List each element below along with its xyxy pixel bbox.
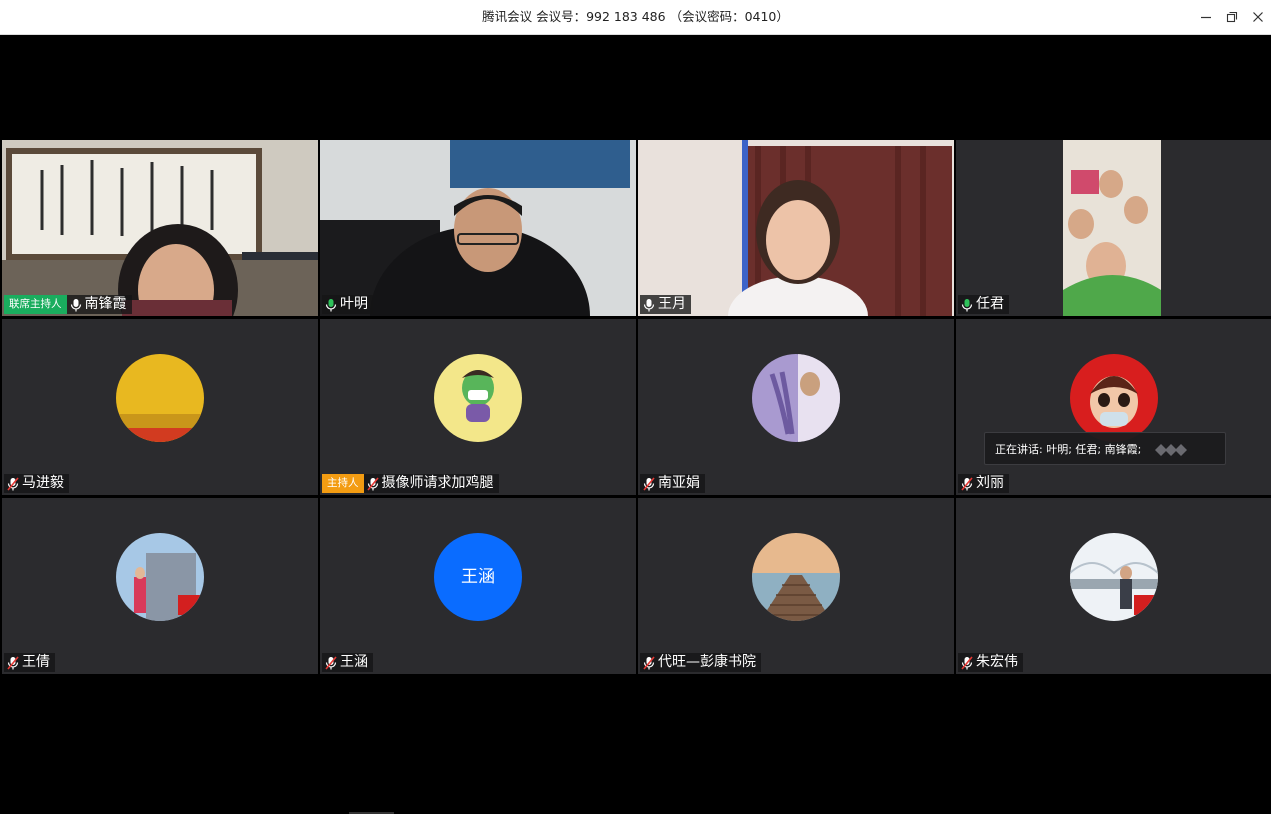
pier-avatar — [752, 533, 840, 621]
participant-tile-video[interactable]: 王月 — [638, 140, 954, 316]
lavender-avatar — [752, 354, 840, 442]
microphone-muted-icon — [961, 476, 973, 491]
minimize-button[interactable] — [1197, 8, 1215, 26]
participant-name: 马进毅 — [22, 475, 64, 491]
microphone-icon — [70, 298, 81, 311]
participant-name: 王月 — [658, 296, 686, 312]
participant-name: 刘丽 — [976, 475, 1004, 491]
video-feed-office-man — [320, 140, 636, 316]
participant-nameplate: 叶明 — [322, 295, 373, 314]
microphone-muted-icon — [366, 476, 379, 491]
video-feed-curtain-woman — [638, 140, 954, 316]
speaking-label: 正在讲话: — [995, 443, 1043, 456]
microphone-muted-icon — [643, 476, 655, 491]
video-feed-group-photo — [956, 140, 1271, 316]
participant-nameplate: 马进毅 — [4, 474, 69, 493]
participant-name: 南锋霞 — [84, 296, 127, 312]
participant-tile[interactable]: 刘丽 — [956, 319, 1271, 495]
microphone-muted-icon — [325, 655, 337, 670]
window-title: 腾讯会议 会议号：992 183 486 （会议密码：0410） — [482, 9, 789, 24]
speaking-indicator: 正在讲话: 叶明; 任君; 南锋霞; — [984, 432, 1226, 465]
participant-name: 代旺—彭康书院 — [658, 654, 756, 670]
participant-tile-video[interactable]: 联席主持人 南锋霞 — [2, 140, 318, 316]
yellow-field-avatar — [116, 354, 204, 442]
participant-tile[interactable]: 马进毅 — [2, 319, 318, 495]
text-avatar: 王涵 — [434, 533, 522, 621]
speaking-names: 叶明; 任君; 南锋霞; — [1046, 443, 1142, 456]
participant-name: 王涵 — [340, 654, 368, 670]
participant-tile[interactable]: 主持人 摄像师请求加鸡腿 — [320, 319, 636, 495]
participant-tile-video[interactable]: 叶明 — [320, 140, 636, 316]
participant-tile[interactable]: 南亚娟 — [638, 319, 954, 495]
participant-nameplate: 南亚娟 — [640, 474, 705, 493]
restore-icon — [1226, 11, 1238, 23]
participant-nameplate: 王月 — [640, 295, 691, 314]
participant-name: 朱宏伟 — [976, 654, 1018, 670]
cohost-badge: 联席主持人 — [4, 295, 67, 314]
doll-avatar — [1070, 354, 1158, 442]
microphone-active-icon — [961, 298, 973, 311]
microphone-muted-icon — [961, 655, 973, 670]
participant-name: 南亚娟 — [658, 475, 700, 491]
participant-nameplate: 任君 — [958, 295, 1009, 314]
microphone-muted-icon — [7, 476, 19, 491]
microphone-icon — [643, 298, 655, 311]
participant-tile[interactable]: 朱宏伟 — [956, 498, 1271, 674]
participant-nameplate: 王倩 — [4, 653, 55, 672]
participant-tile[interactable]: 代旺—彭康书院 — [638, 498, 954, 674]
close-icon — [1253, 12, 1263, 22]
minimize-icon — [1201, 16, 1211, 19]
close-button[interactable] — [1249, 8, 1267, 26]
bridge-avatar — [1070, 533, 1158, 621]
participant-nameplate: 刘丽 — [958, 474, 1009, 493]
participant-tile[interactable]: 王倩 — [2, 498, 318, 674]
video-feed-calligraphy-office — [2, 140, 318, 316]
participant-name: 叶明 — [340, 296, 368, 312]
building-avatar — [116, 533, 204, 621]
video-grid: 联席主持人 南锋霞 叶明 王月 任君 马进毅 主持人 摄像师请求加鸡腿 南亚娟 … — [0, 140, 1271, 674]
microphone-muted-icon — [7, 655, 19, 670]
cartoon-avatar — [434, 354, 522, 442]
participant-name: 王倩 — [22, 654, 50, 670]
participant-nameplate: 主持人 摄像师请求加鸡腿 — [322, 474, 499, 493]
participant-name: 任君 — [976, 296, 1004, 312]
participant-tile-video[interactable]: 任君 — [956, 140, 1271, 316]
participant-name: 摄像师请求加鸡腿 — [381, 475, 494, 491]
restore-button[interactable] — [1223, 8, 1241, 26]
participant-nameplate: 王涵 — [322, 653, 373, 672]
microphone-active-icon — [325, 298, 337, 311]
host-badge: 主持人 — [322, 474, 364, 493]
title-bar: 腾讯会议 会议号：992 183 486 （会议密码：0410） — [0, 0, 1271, 35]
speaking-wave-icon — [1155, 444, 1187, 456]
participant-nameplate: 朱宏伟 — [958, 653, 1023, 672]
participant-tile[interactable]: 王涵 王涵 — [320, 498, 636, 674]
microphone-muted-icon — [643, 655, 655, 670]
participant-nameplate: 联席主持人 南锋霞 — [4, 295, 132, 314]
participant-nameplate: 代旺—彭康书院 — [640, 653, 761, 672]
